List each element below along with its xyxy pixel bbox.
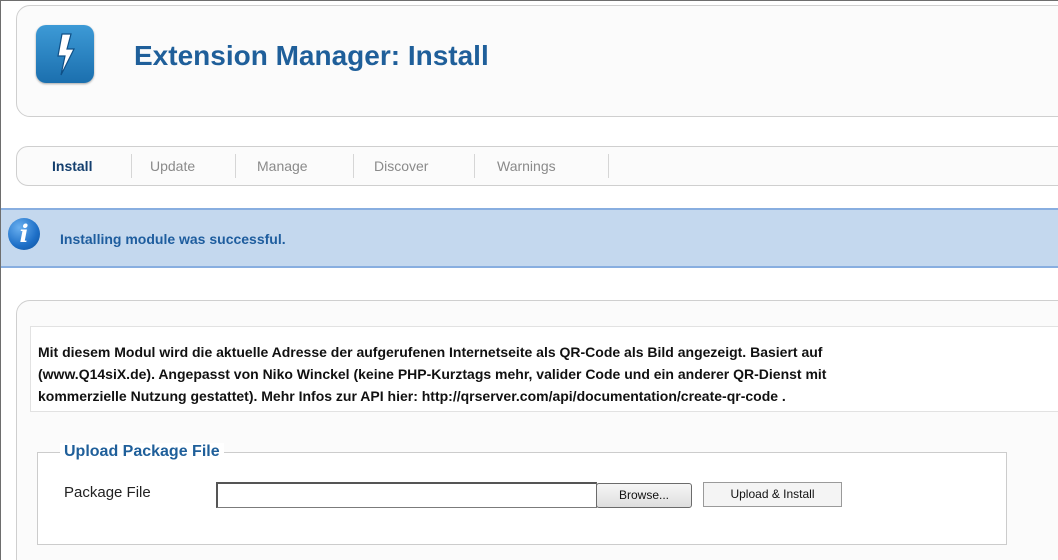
tab-separator bbox=[235, 154, 236, 178]
package-file-label: Package File bbox=[64, 484, 151, 501]
module-description-line: kommerzielle Nutzung gestattet). Mehr In… bbox=[38, 388, 786, 404]
package-file-input[interactable] bbox=[216, 482, 597, 508]
upload-package-legend: Upload Package File bbox=[60, 443, 224, 461]
system-message-text: Installing module was successful. bbox=[60, 231, 286, 247]
tab-separator bbox=[608, 154, 609, 178]
window-frame-top bbox=[0, 0, 1058, 1]
page-title: Extension Manager: Install bbox=[134, 40, 489, 71]
module-description-line: Mit diesem Modul wird die aktuelle Adres… bbox=[38, 344, 823, 360]
browse-button[interactable]: Browse... bbox=[596, 483, 692, 508]
tab-manage[interactable]: Manage bbox=[257, 158, 308, 174]
tab-separator bbox=[353, 154, 354, 178]
lightning-bolt-icon bbox=[36, 25, 94, 83]
tab-warnings[interactable]: Warnings bbox=[497, 158, 556, 174]
window-frame-left bbox=[0, 0, 1, 560]
tab-install[interactable]: Install bbox=[52, 158, 92, 174]
upload-install-button[interactable]: Upload & Install bbox=[703, 482, 842, 507]
module-description-line: (www.Q14siX.de). Angepasst von Niko Winc… bbox=[38, 366, 827, 382]
tab-separator bbox=[474, 154, 475, 178]
tab-discover[interactable]: Discover bbox=[374, 158, 428, 174]
tab-separator bbox=[131, 154, 132, 178]
info-icon: i bbox=[8, 218, 40, 250]
tab-update[interactable]: Update bbox=[150, 158, 195, 174]
